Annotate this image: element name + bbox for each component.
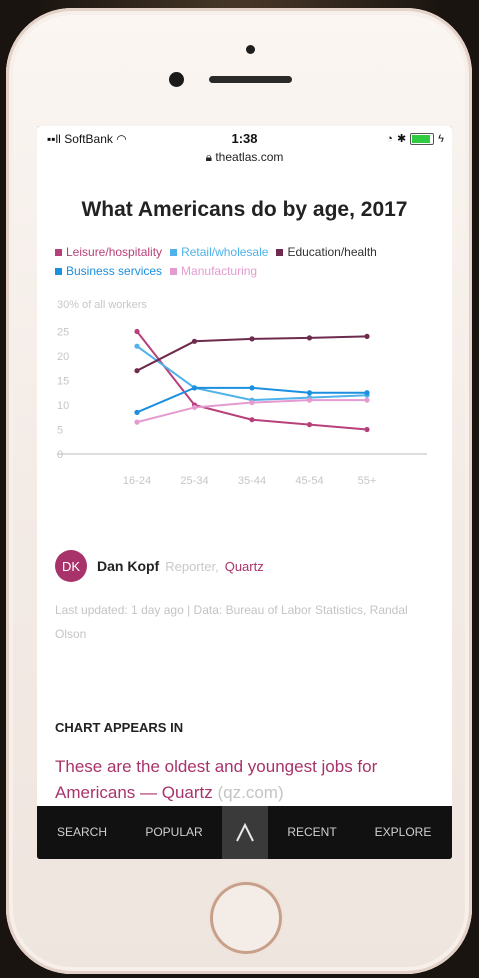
legend-swatch xyxy=(55,268,62,276)
x-tick-label: 16-24 xyxy=(123,475,151,487)
series-line xyxy=(136,330,368,431)
legend-item: Manufacturing xyxy=(170,262,257,281)
y-tick-label: 0 xyxy=(57,449,63,461)
y-tick-label: 10 xyxy=(57,400,69,412)
legend-swatch xyxy=(170,249,178,257)
data-point xyxy=(364,397,370,403)
home-button[interactable] xyxy=(210,882,282,954)
bottom-tab-bar: SEARCH POPULAR RECENT EXPLORE xyxy=(37,806,452,859)
earpiece-speaker xyxy=(209,76,292,83)
data-point xyxy=(364,390,370,396)
data-point xyxy=(306,397,313,403)
data-point xyxy=(249,385,255,391)
legend-label: Leisure/hospitality xyxy=(66,245,163,259)
y-tick-label: 15 xyxy=(57,376,69,388)
alarm-icon: ◔ xyxy=(386,132,393,145)
tab-search[interactable]: SEARCH xyxy=(43,806,121,859)
chart-legend: Leisure/hospitality Retail/wholesale Educa… xyxy=(55,243,445,281)
chart-meta: Last updated: 1 day ago | Data: Bureau o… xyxy=(55,603,408,641)
data-point xyxy=(191,385,198,391)
author-role: Reporter, xyxy=(165,558,219,574)
data-point xyxy=(134,409,140,415)
legend-item: Retail/wholesale xyxy=(170,243,268,262)
charging-icon: ϟ xyxy=(438,132,444,145)
author-name[interactable]: Dan Kopf xyxy=(97,558,159,574)
bluetooth-icon: ✱ xyxy=(396,133,407,145)
y-tick-label: 20 xyxy=(57,351,69,363)
legend-swatch xyxy=(276,249,284,257)
data-point xyxy=(134,328,140,335)
data-point xyxy=(306,422,313,428)
x-tick-label: 45-54 xyxy=(295,475,323,487)
proximity-sensor xyxy=(246,45,255,54)
page-content: What Americans do by age, 2017 Leisure/h… xyxy=(37,168,452,806)
front-camera xyxy=(169,72,184,87)
tab-popular[interactable]: POPULAR xyxy=(135,806,213,859)
phone-screen: ▪▪ll SoftBank ◠ 1:38 🔒︎ theatlas.com ◔ ✱… xyxy=(37,126,452,859)
legend-swatch xyxy=(55,249,62,257)
series-line xyxy=(136,335,368,372)
x-tick-label: 35-44 xyxy=(238,475,266,487)
legend-item: Leisure/hospitality xyxy=(55,243,162,262)
line-chart: 30% of all workers 25 20 15 10 5 0 16-24 25-34 35… xyxy=(57,299,427,487)
legend-label: Manufacturing xyxy=(181,264,258,278)
battery-icon xyxy=(410,132,435,145)
author-org-link[interactable]: Quartz xyxy=(225,559,264,574)
avatar[interactable]: DK xyxy=(55,550,87,582)
article-source: (qz.com) xyxy=(217,783,284,802)
data-point xyxy=(134,343,140,349)
url-text: theatlas.com xyxy=(215,150,284,164)
legend-swatch xyxy=(170,268,178,276)
x-tick-label: 55+ xyxy=(358,475,377,487)
atlas-logo-icon xyxy=(236,822,254,841)
x-tick-label: 25-34 xyxy=(180,475,208,487)
legend-label: Business services xyxy=(66,264,163,278)
author-byline: DK Dan Kopf Reporter, Quartz xyxy=(55,548,264,584)
legend-label: Education/health xyxy=(287,245,377,259)
y-axis-label: 30% of all workers xyxy=(57,299,147,311)
tab-explore[interactable]: EXPLORE xyxy=(363,806,443,859)
data-point xyxy=(191,338,198,344)
data-point xyxy=(306,390,313,396)
data-point xyxy=(364,333,370,339)
y-tick-label: 5 xyxy=(57,425,63,437)
data-point xyxy=(249,336,255,342)
data-point xyxy=(249,399,255,406)
data-point xyxy=(364,426,370,433)
status-bar: ▪▪ll SoftBank ◠ 1:38 🔒︎ theatlas.com ◔ ✱… xyxy=(37,126,452,168)
appears-in-heading: CHART APPEARS IN xyxy=(55,720,184,735)
article-link-text[interactable]: These are the oldest and youngest jobs f… xyxy=(55,757,377,802)
lock-icon: 🔒︎ xyxy=(205,150,212,164)
data-point xyxy=(134,368,140,374)
data-point xyxy=(191,404,198,411)
data-point xyxy=(134,419,140,425)
y-tick-label: 25 xyxy=(57,327,69,339)
legend-item: Business services xyxy=(55,262,162,281)
chart-title: What Americans do by age, 2017 xyxy=(81,198,408,221)
address-bar[interactable]: 🔒︎ theatlas.com xyxy=(37,150,452,165)
data-point xyxy=(306,335,313,341)
tab-home[interactable] xyxy=(222,806,268,859)
legend-item: Education/health xyxy=(276,243,377,262)
data-point xyxy=(249,417,255,423)
article-link[interactable]: These are the oldest and youngest jobs f… xyxy=(55,754,435,806)
tab-recent[interactable]: RECENT xyxy=(273,806,351,859)
legend-label: Retail/wholesale xyxy=(181,245,269,259)
